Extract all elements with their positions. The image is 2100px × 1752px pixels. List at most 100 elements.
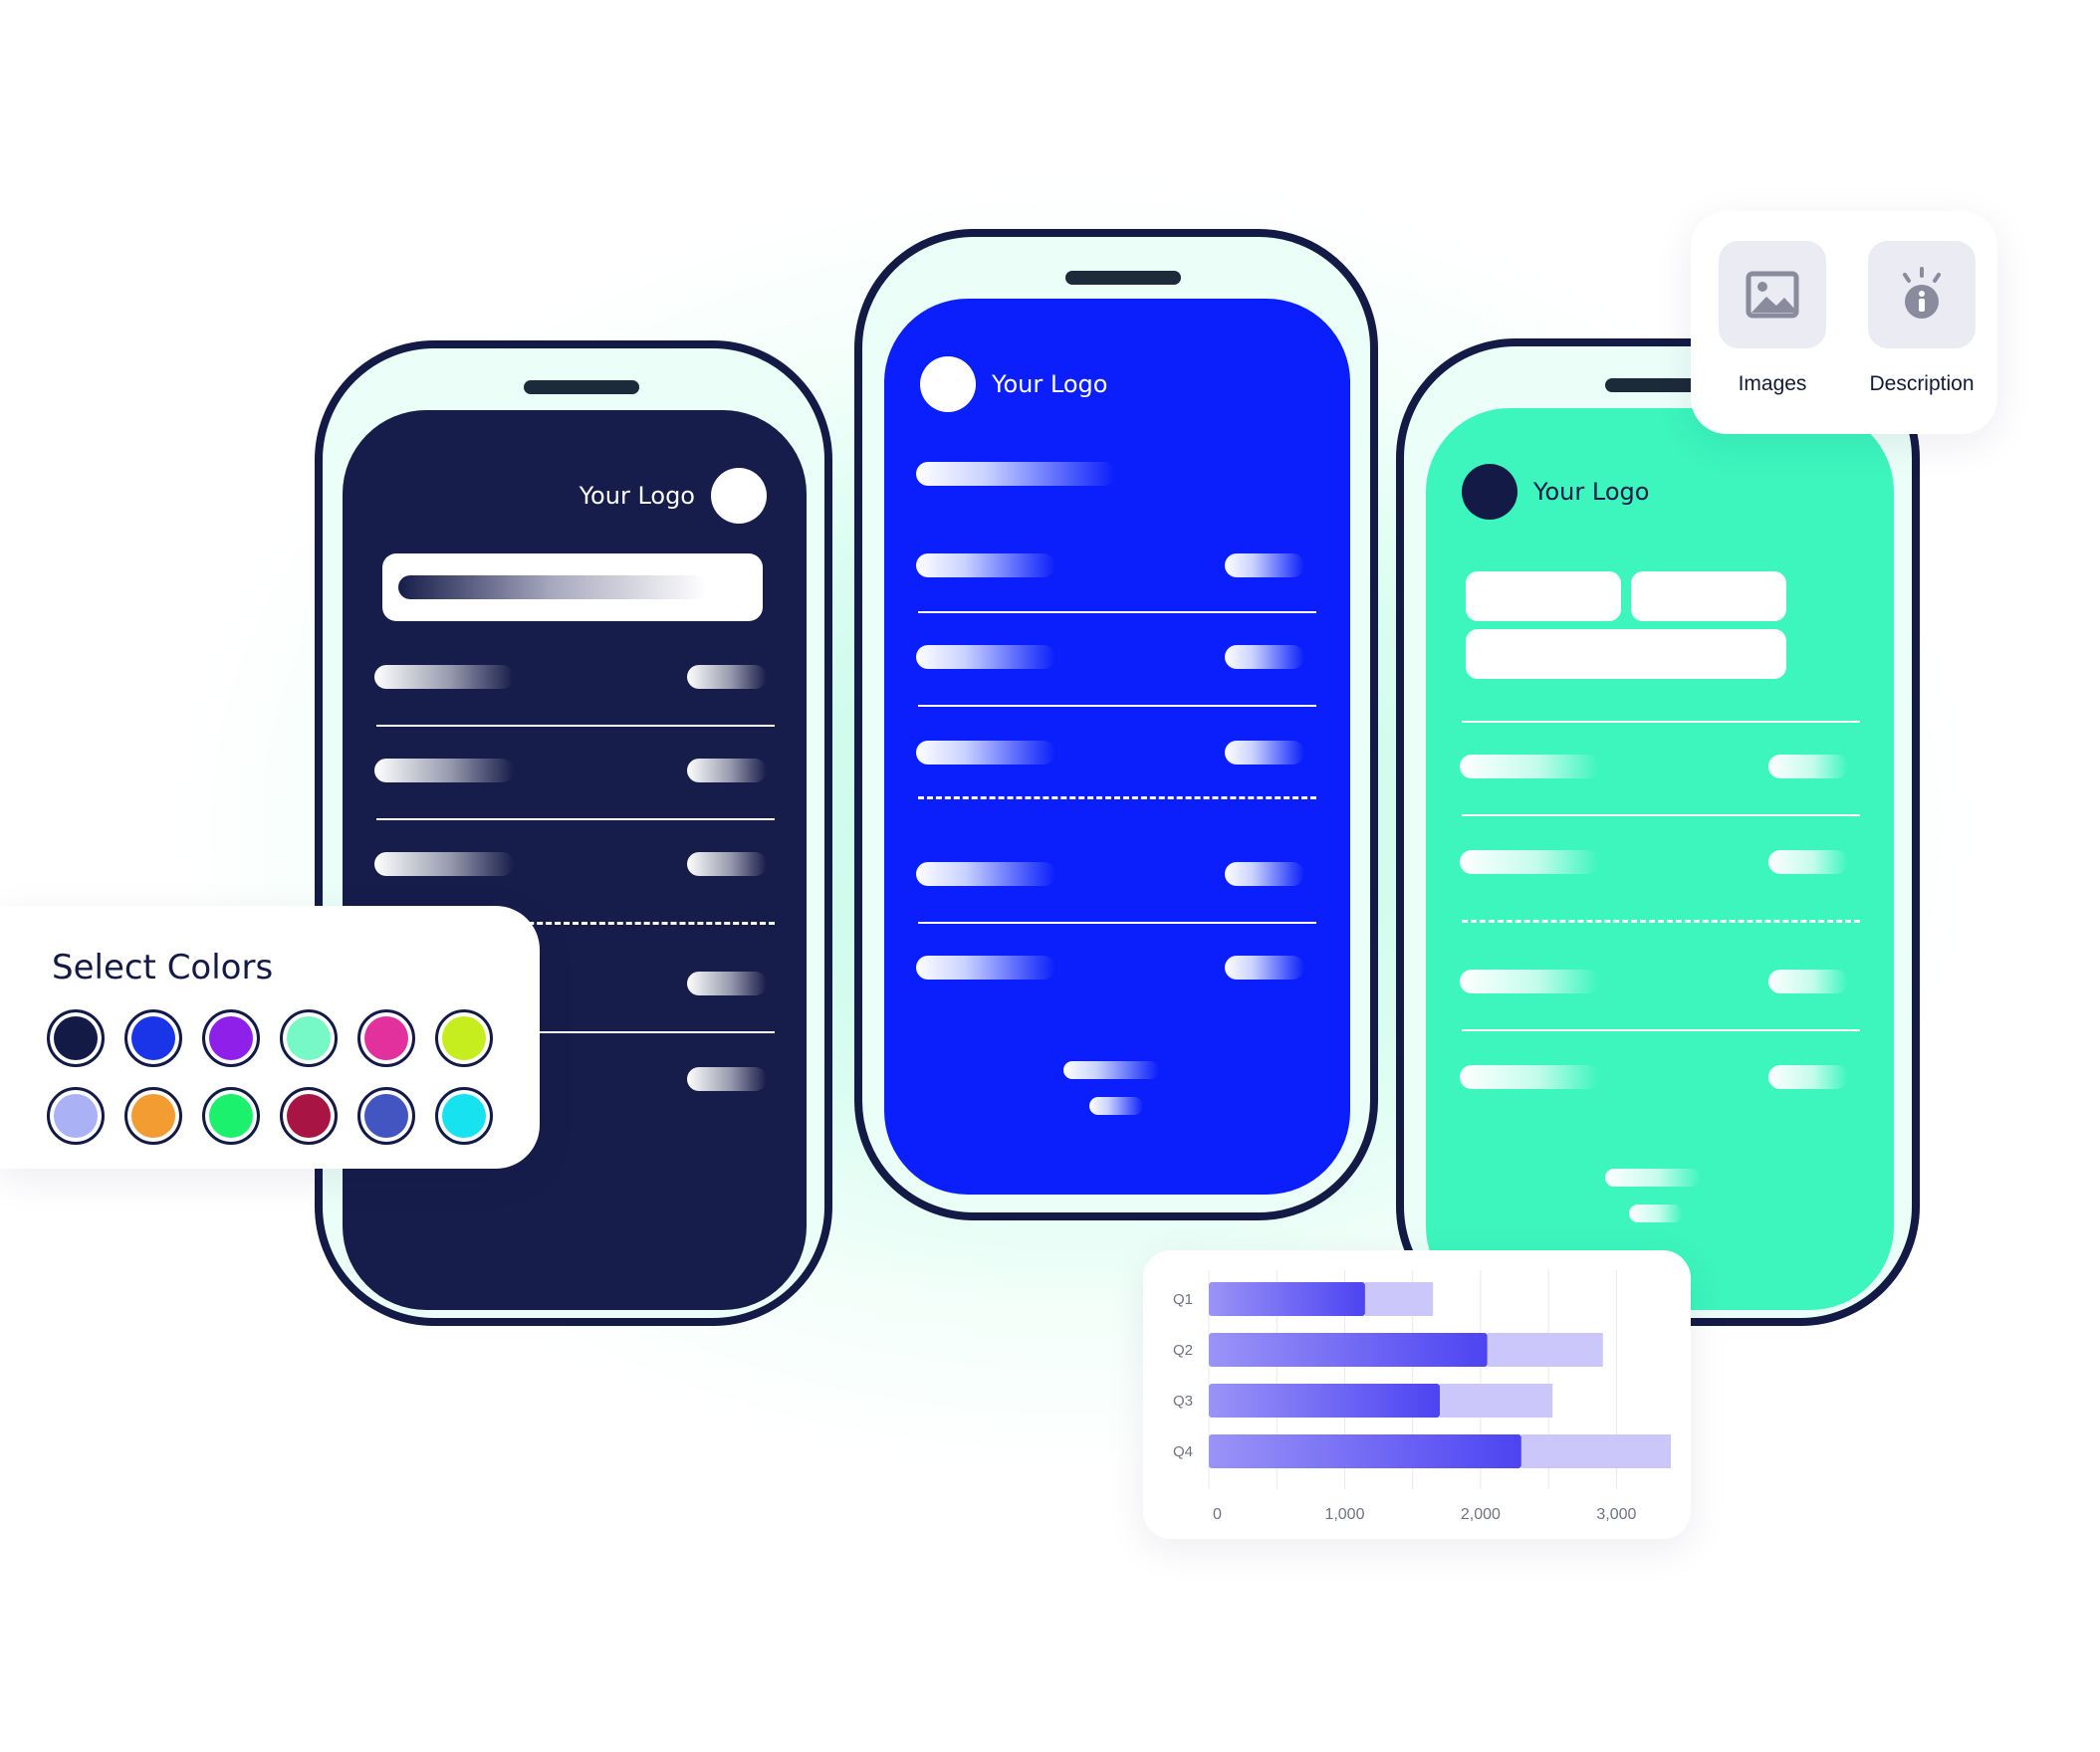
row-label <box>916 956 1055 980</box>
footer-placeholder <box>1089 1097 1143 1115</box>
row-value <box>1225 553 1304 577</box>
tick-label: 3,000 <box>1596 1506 1636 1523</box>
row-value <box>1225 862 1304 886</box>
row-label <box>1460 755 1599 778</box>
divider <box>918 611 1316 613</box>
images-label: Images <box>1738 372 1807 395</box>
logo-text: Your Logo <box>992 370 1108 398</box>
category-label: Q4 <box>1173 1443 1193 1460</box>
form-field[interactable] <box>1466 629 1786 679</box>
row-value <box>1768 970 1848 993</box>
row-value <box>687 972 767 995</box>
divider <box>1462 1029 1860 1031</box>
image-icon <box>1746 271 1799 319</box>
logo-circle <box>920 356 976 412</box>
phone-notch <box>1065 271 1181 285</box>
bar-segment <box>1209 1434 1521 1468</box>
tick-label: 0 <box>1213 1506 1222 1523</box>
footer-placeholder <box>1605 1169 1701 1187</box>
color-swatch[interactable] <box>435 1087 493 1145</box>
search-input-fill <box>398 575 707 599</box>
row-value <box>1768 1065 1848 1089</box>
description-tile[interactable] <box>1868 241 1976 348</box>
chart-card: Q1 Q2 Q3 Q4 0 1,000 2,000 3,000 <box>1143 1250 1691 1539</box>
logo-text: Your Logo <box>1533 478 1650 506</box>
media-panel-card: Images Description <box>1691 211 1997 434</box>
phone-notch <box>524 380 639 394</box>
phone-blue: Your Logo <box>854 229 1378 1220</box>
row-label <box>374 665 514 689</box>
color-swatch[interactable] <box>280 1009 338 1067</box>
row-label <box>374 852 514 876</box>
divider <box>918 922 1316 924</box>
bar-segment <box>1209 1282 1365 1316</box>
row-value <box>1225 956 1304 980</box>
color-picker-card: Select Colors <box>0 906 540 1169</box>
category-label: Q1 <box>1173 1291 1193 1308</box>
phone-screen: Your Logo <box>1426 408 1894 1310</box>
tick-label: 2,000 <box>1461 1506 1501 1523</box>
bar-segment <box>1440 1384 1553 1418</box>
footer-placeholder <box>1629 1204 1683 1222</box>
dashed-divider <box>918 796 1316 799</box>
logo-text: Your Logo <box>579 482 695 510</box>
logo-row: Your Logo <box>920 356 1107 412</box>
color-swatch[interactable] <box>357 1009 415 1067</box>
logo-circle <box>1462 464 1517 520</box>
color-swatch[interactable] <box>124 1087 182 1145</box>
row-label <box>916 645 1055 669</box>
category-label: Q3 <box>1173 1393 1193 1410</box>
row-label <box>1460 850 1599 874</box>
form-field[interactable] <box>1631 571 1786 621</box>
info-icon <box>1903 267 1941 319</box>
row-label <box>1460 970 1599 993</box>
bar-chart: Q1 Q2 Q3 Q4 0 1,000 2,000 3,000 <box>1173 1270 1671 1523</box>
phone-dark: Your Logo <box>315 340 832 1326</box>
phone-green: Your Logo <box>1396 338 1920 1326</box>
row-value <box>687 665 767 689</box>
phone-screen: Your Logo <box>343 410 807 1310</box>
color-swatch[interactable] <box>47 1087 105 1145</box>
logo-row: Your Logo <box>580 468 767 524</box>
color-swatch[interactable] <box>202 1009 260 1067</box>
images-tile[interactable] <box>1719 241 1826 348</box>
row-label <box>916 741 1055 765</box>
color-swatch[interactable] <box>202 1087 260 1145</box>
category-label: Q2 <box>1173 1342 1193 1359</box>
color-picker-title: Select Colors <box>52 948 274 987</box>
description-label: Description <box>1869 372 1975 395</box>
row-value <box>687 759 767 782</box>
bar-segment <box>1209 1384 1440 1418</box>
divider <box>1462 721 1860 723</box>
color-swatch[interactable] <box>435 1009 493 1067</box>
row-value <box>1768 755 1848 778</box>
row-value <box>1768 850 1848 874</box>
divider <box>376 818 775 820</box>
color-swatch[interactable] <box>280 1087 338 1145</box>
search-input[interactable] <box>382 553 763 621</box>
logo-circle <box>711 468 767 524</box>
form-field[interactable] <box>1466 571 1621 621</box>
row-value <box>687 1067 767 1091</box>
header-placeholder <box>916 462 1115 486</box>
tick-label: 1,000 <box>1324 1506 1364 1523</box>
bar-segment <box>1520 1434 1671 1468</box>
row-label <box>916 862 1055 886</box>
divider <box>918 705 1316 707</box>
row-value <box>1225 645 1304 669</box>
bar-segment <box>1209 1333 1488 1367</box>
logo-row: Your Logo <box>1462 464 1649 520</box>
divider <box>1462 814 1860 816</box>
bar-segment <box>1364 1282 1434 1316</box>
row-label <box>374 759 514 782</box>
color-swatch[interactable] <box>357 1087 415 1145</box>
dashed-divider <box>1462 920 1860 923</box>
bar-segment <box>1487 1333 1603 1367</box>
row-label <box>916 553 1055 577</box>
row-value <box>1225 741 1304 765</box>
color-swatch[interactable] <box>124 1009 182 1067</box>
divider <box>376 725 775 727</box>
footer-placeholder <box>1063 1061 1159 1079</box>
color-swatch[interactable] <box>47 1009 105 1067</box>
row-label <box>1460 1065 1599 1089</box>
